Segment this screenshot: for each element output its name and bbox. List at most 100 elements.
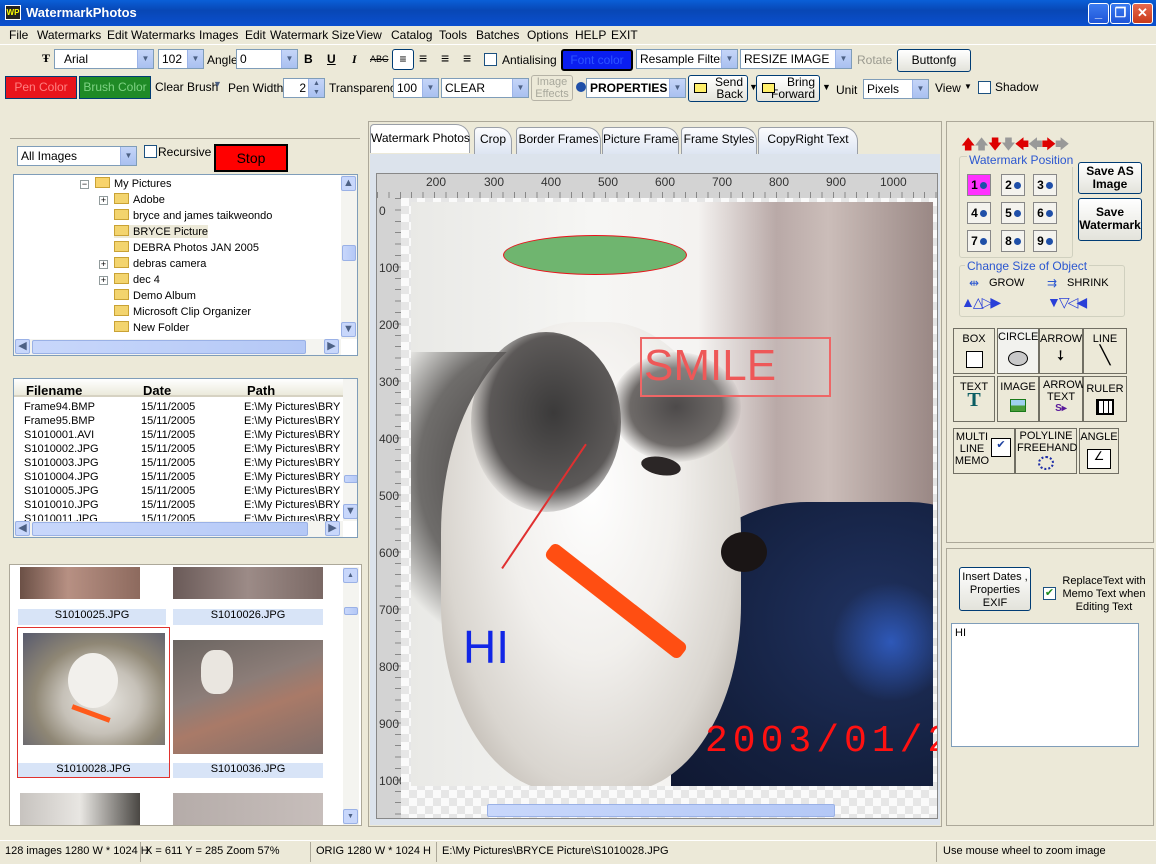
- view-label[interactable]: View: [935, 81, 961, 95]
- send-back-button[interactable]: Send Back: [688, 75, 748, 102]
- chevron-down-icon[interactable]: ▼: [964, 82, 972, 91]
- file-date-cell[interactable]: 15/11/2005: [141, 429, 195, 441]
- file-path-cell[interactable]: E:\My Pictures\BRY: [244, 415, 340, 427]
- file-path-cell[interactable]: E:\My Pictures\BRY: [244, 429, 340, 441]
- position-9-button[interactable]: 9: [1033, 230, 1057, 252]
- align-justify-icon[interactable]: ≡: [463, 50, 471, 66]
- image-tool[interactable]: IMAGE: [997, 376, 1039, 422]
- watermark-ellipse[interactable]: [503, 235, 687, 275]
- column-filename[interactable]: Filename: [26, 383, 82, 398]
- antialias-checkbox[interactable]: [484, 53, 497, 66]
- tab-frame-styles[interactable]: Frame Styles: [681, 127, 757, 154]
- font-name-select[interactable]: Arial ▼: [54, 49, 154, 69]
- pen-width-spinner[interactable]: 2 ▲ ▼: [283, 78, 325, 98]
- scroll-up-icon[interactable]: ▲: [341, 176, 356, 191]
- thumbnail-image[interactable]: [173, 640, 323, 754]
- scroll-thumb[interactable]: [344, 607, 358, 615]
- ruler-tool[interactable]: RULER: [1083, 376, 1127, 422]
- save-watermark-button[interactable]: Save Watermark: [1078, 198, 1142, 241]
- tab-copyright-text[interactable]: CopyRight Text: [758, 127, 858, 154]
- file-path-cell[interactable]: E:\My Pictures\BRY: [244, 443, 340, 455]
- position-4-button[interactable]: 4: [967, 202, 991, 224]
- scroll-thumb[interactable]: [32, 340, 306, 354]
- shrink-label[interactable]: SHRINK: [1067, 277, 1109, 289]
- file-name-cell[interactable]: S1010002.JPG: [24, 443, 99, 455]
- menu-watermarks[interactable]: Watermarks: [37, 28, 101, 42]
- tree-item-debras-camera[interactable]: + debras camera: [99, 257, 206, 270]
- tab-picture-frame[interactable]: Picture Frame: [602, 127, 679, 154]
- menu-tools[interactable]: Tools: [439, 28, 467, 42]
- menu-exit[interactable]: EXIT: [611, 28, 638, 42]
- file-date-cell[interactable]: 15/11/2005: [141, 401, 195, 413]
- file-date-cell[interactable]: 15/11/2005: [141, 443, 195, 455]
- photo-canvas[interactable]: [411, 202, 933, 786]
- file-name-cell[interactable]: Frame95.BMP: [24, 415, 95, 427]
- file-path-cell[interactable]: E:\My Pictures\BRY: [244, 485, 340, 497]
- multiline-memo-tool[interactable]: MULTI LINE MEMO ✔: [953, 428, 1015, 474]
- tree-item-new-folder[interactable]: New Folder: [114, 321, 189, 334]
- recursive-checkbox[interactable]: [144, 145, 157, 158]
- watermark-date-text[interactable]: 2003/01/2: [705, 720, 937, 763]
- menu-catalog[interactable]: Catalog: [391, 28, 432, 42]
- watermark-smile-text[interactable]: SMILE: [640, 337, 831, 397]
- resize-image-select[interactable]: RESIZE IMAGE ▼: [740, 49, 852, 69]
- scroll-right-icon[interactable]: ▶: [324, 339, 339, 354]
- menu-batches[interactable]: Batches: [476, 28, 519, 42]
- column-path[interactable]: Path: [247, 383, 275, 398]
- file-date-cell[interactable]: 15/11/2005: [141, 415, 195, 427]
- underline-button[interactable]: U: [327, 52, 336, 66]
- memo-textarea[interactable]: HI: [951, 623, 1139, 747]
- filelist-vscrollbar[interactable]: ▼: [343, 379, 357, 521]
- file-name-cell[interactable]: S1010005.JPG: [24, 485, 99, 497]
- position-2-button[interactable]: 2: [1001, 174, 1025, 196]
- menu-edit[interactable]: Edit: [245, 28, 266, 42]
- scroll-left-icon[interactable]: ◀: [15, 521, 30, 536]
- grow-arrows-icon[interactable]: ▲△▷▶: [961, 294, 1001, 311]
- menu-edit-watermarks[interactable]: Edit Watermarks: [107, 28, 195, 42]
- arrow-text-tool[interactable]: ARROW TEXT S▸: [1039, 376, 1085, 422]
- position-7-button[interactable]: 7: [967, 230, 991, 252]
- bring-forward-button[interactable]: Bring Forward: [756, 75, 820, 102]
- tree-item-debra-photos[interactable]: DEBRA Photos JAN 2005: [114, 241, 259, 254]
- thumbnail-caption[interactable]: S1010036.JPG: [173, 763, 323, 778]
- circle-tool[interactable]: CIRCLE: [997, 328, 1039, 374]
- menu-options[interactable]: Options: [527, 28, 568, 42]
- thumbnail-caption[interactable]: S1010026.JPG: [173, 609, 323, 625]
- position-1-button[interactable]: 1: [967, 174, 991, 196]
- file-path-cell[interactable]: E:\My Pictures\BRY: [244, 499, 340, 511]
- tree-item-adobe[interactable]: + Adobe: [99, 193, 165, 206]
- text-tool[interactable]: TEXT T: [953, 376, 995, 422]
- menu-watermark-size[interactable]: Watermark Size: [270, 28, 355, 42]
- column-date[interactable]: Date: [143, 383, 171, 398]
- strike-button[interactable]: ABC: [370, 54, 389, 64]
- position-8-button[interactable]: 8: [1001, 230, 1025, 252]
- thumbnail-image[interactable]: [173, 793, 323, 825]
- angle-tool[interactable]: ANGLE ∠: [1079, 428, 1119, 474]
- file-date-cell[interactable]: 15/11/2005: [141, 457, 195, 469]
- menu-view[interactable]: View: [356, 28, 382, 42]
- minimize-button[interactable]: _: [1088, 3, 1109, 24]
- tab-watermark-photos[interactable]: Watermark Photos: [370, 124, 470, 153]
- resample-filters-select[interactable]: Resample Filters ▼: [636, 49, 738, 69]
- scroll-thumb[interactable]: [344, 475, 357, 483]
- scroll-up-icon[interactable]: ▲: [343, 568, 358, 583]
- file-name-cell[interactable]: S1010003.JPG: [24, 457, 99, 469]
- thumbnail-caption[interactable]: S1010025.JPG: [18, 609, 166, 625]
- scroll-left-icon[interactable]: ◀: [15, 339, 30, 354]
- arrow-down-outline-icon[interactable]: 🡇: [1001, 136, 1015, 152]
- stop-button[interactable]: Stop: [214, 144, 288, 172]
- file-name-cell[interactable]: S1010010.JPG: [24, 499, 99, 511]
- scroll-thumb[interactable]: [32, 522, 308, 536]
- chevron-down-icon[interactable]: ▼: [213, 79, 222, 89]
- properties-select[interactable]: PROPERTIES ▼: [586, 78, 686, 98]
- position-3-button[interactable]: 3: [1033, 174, 1057, 196]
- pen-color-button[interactable]: Pen Color: [5, 76, 77, 99]
- scroll-thumb[interactable]: [342, 245, 356, 261]
- tab-crop[interactable]: Crop: [474, 127, 512, 154]
- arrow-left-icon[interactable]: 🡄: [1015, 136, 1030, 152]
- insert-dates-button[interactable]: Insert Dates , Properties EXIF: [959, 567, 1031, 611]
- brush-color-button[interactable]: Brush Color: [79, 76, 151, 99]
- image-filter-select[interactable]: All Images ▼: [17, 146, 137, 166]
- tree-item-my-pictures[interactable]: − My Pictures: [80, 177, 171, 190]
- file-path-cell[interactable]: E:\My Pictures\BRY: [244, 401, 340, 413]
